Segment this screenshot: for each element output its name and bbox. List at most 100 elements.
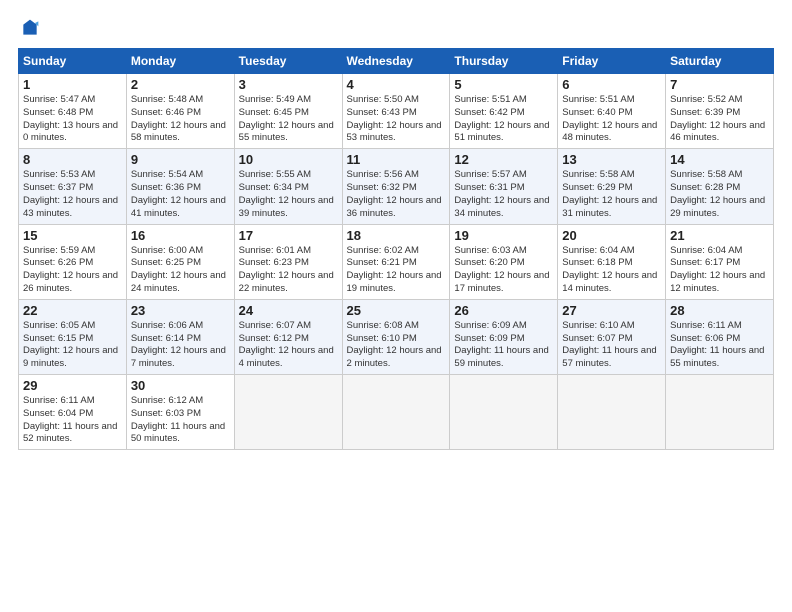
- day-header-thursday: Thursday: [450, 49, 558, 74]
- calendar-day-4: 4 Sunrise: 5:50 AMSunset: 6:43 PMDayligh…: [342, 74, 450, 149]
- day-info: Sunrise: 5:48 AMSunset: 6:46 PMDaylight:…: [131, 94, 226, 143]
- day-info: Sunrise: 6:04 AMSunset: 6:18 PMDaylight:…: [562, 245, 657, 294]
- empty-cell: [342, 375, 450, 450]
- day-number: 26: [454, 303, 553, 318]
- calendar-day-6: 6 Sunrise: 5:51 AMSunset: 6:40 PMDayligh…: [558, 74, 666, 149]
- calendar-day-20: 20 Sunrise: 6:04 AMSunset: 6:18 PMDaylig…: [558, 224, 666, 299]
- day-info: Sunrise: 5:54 AMSunset: 6:36 PMDaylight:…: [131, 169, 226, 218]
- calendar-week-3: 15 Sunrise: 5:59 AMSunset: 6:26 PMDaylig…: [19, 224, 774, 299]
- calendar-header-row: SundayMondayTuesdayWednesdayThursdayFrid…: [19, 49, 774, 74]
- calendar-day-26: 26 Sunrise: 6:09 AMSunset: 6:09 PMDaylig…: [450, 299, 558, 374]
- day-number: 11: [347, 152, 446, 167]
- calendar-day-17: 17 Sunrise: 6:01 AMSunset: 6:23 PMDaylig…: [234, 224, 342, 299]
- calendar-day-5: 5 Sunrise: 5:51 AMSunset: 6:42 PMDayligh…: [450, 74, 558, 149]
- day-number: 3: [239, 77, 338, 92]
- calendar-day-16: 16 Sunrise: 6:00 AMSunset: 6:25 PMDaylig…: [126, 224, 234, 299]
- calendar-day-18: 18 Sunrise: 6:02 AMSunset: 6:21 PMDaylig…: [342, 224, 450, 299]
- day-number: 9: [131, 152, 230, 167]
- day-info: Sunrise: 6:05 AMSunset: 6:15 PMDaylight:…: [23, 320, 118, 369]
- calendar-day-19: 19 Sunrise: 6:03 AMSunset: 6:20 PMDaylig…: [450, 224, 558, 299]
- day-info: Sunrise: 5:49 AMSunset: 6:45 PMDaylight:…: [239, 94, 334, 143]
- calendar-body: 1 Sunrise: 5:47 AMSunset: 6:48 PMDayligh…: [19, 74, 774, 450]
- empty-cell: [666, 375, 774, 450]
- day-info: Sunrise: 5:58 AMSunset: 6:29 PMDaylight:…: [562, 169, 657, 218]
- calendar-day-9: 9 Sunrise: 5:54 AMSunset: 6:36 PMDayligh…: [126, 149, 234, 224]
- day-number: 7: [670, 77, 769, 92]
- day-info: Sunrise: 5:55 AMSunset: 6:34 PMDaylight:…: [239, 169, 334, 218]
- page: SundayMondayTuesdayWednesdayThursdayFrid…: [0, 0, 792, 612]
- day-number: 24: [239, 303, 338, 318]
- day-info: Sunrise: 5:56 AMSunset: 6:32 PMDaylight:…: [347, 169, 442, 218]
- calendar-day-14: 14 Sunrise: 5:58 AMSunset: 6:28 PMDaylig…: [666, 149, 774, 224]
- day-info: Sunrise: 6:02 AMSunset: 6:21 PMDaylight:…: [347, 245, 442, 294]
- day-number: 13: [562, 152, 661, 167]
- day-info: Sunrise: 6:11 AMSunset: 6:04 PMDaylight:…: [23, 395, 117, 444]
- calendar-day-11: 11 Sunrise: 5:56 AMSunset: 6:32 PMDaylig…: [342, 149, 450, 224]
- day-info: Sunrise: 5:57 AMSunset: 6:31 PMDaylight:…: [454, 169, 549, 218]
- day-info: Sunrise: 6:12 AMSunset: 6:03 PMDaylight:…: [131, 395, 225, 444]
- calendar-day-10: 10 Sunrise: 5:55 AMSunset: 6:34 PMDaylig…: [234, 149, 342, 224]
- calendar-day-30: 30 Sunrise: 6:12 AMSunset: 6:03 PMDaylig…: [126, 375, 234, 450]
- calendar-day-23: 23 Sunrise: 6:06 AMSunset: 6:14 PMDaylig…: [126, 299, 234, 374]
- calendar-week-4: 22 Sunrise: 6:05 AMSunset: 6:15 PMDaylig…: [19, 299, 774, 374]
- day-number: 25: [347, 303, 446, 318]
- day-info: Sunrise: 5:51 AMSunset: 6:42 PMDaylight:…: [454, 94, 549, 143]
- day-info: Sunrise: 6:07 AMSunset: 6:12 PMDaylight:…: [239, 320, 334, 369]
- day-info: Sunrise: 6:01 AMSunset: 6:23 PMDaylight:…: [239, 245, 334, 294]
- day-number: 20: [562, 228, 661, 243]
- day-header-saturday: Saturday: [666, 49, 774, 74]
- day-info: Sunrise: 5:58 AMSunset: 6:28 PMDaylight:…: [670, 169, 765, 218]
- calendar-day-13: 13 Sunrise: 5:58 AMSunset: 6:29 PMDaylig…: [558, 149, 666, 224]
- calendar-day-2: 2 Sunrise: 5:48 AMSunset: 6:46 PMDayligh…: [126, 74, 234, 149]
- empty-cell: [234, 375, 342, 450]
- calendar-day-29: 29 Sunrise: 6:11 AMSunset: 6:04 PMDaylig…: [19, 375, 127, 450]
- calendar-day-3: 3 Sunrise: 5:49 AMSunset: 6:45 PMDayligh…: [234, 74, 342, 149]
- day-number: 19: [454, 228, 553, 243]
- day-info: Sunrise: 6:11 AMSunset: 6:06 PMDaylight:…: [670, 320, 764, 369]
- logo-text: [18, 18, 40, 38]
- day-header-sunday: Sunday: [19, 49, 127, 74]
- day-header-monday: Monday: [126, 49, 234, 74]
- day-number: 17: [239, 228, 338, 243]
- day-number: 4: [347, 77, 446, 92]
- day-info: Sunrise: 6:04 AMSunset: 6:17 PMDaylight:…: [670, 245, 765, 294]
- calendar-day-24: 24 Sunrise: 6:07 AMSunset: 6:12 PMDaylig…: [234, 299, 342, 374]
- calendar-day-12: 12 Sunrise: 5:57 AMSunset: 6:31 PMDaylig…: [450, 149, 558, 224]
- day-number: 29: [23, 378, 122, 393]
- day-number: 23: [131, 303, 230, 318]
- day-number: 15: [23, 228, 122, 243]
- day-header-wednesday: Wednesday: [342, 49, 450, 74]
- day-info: Sunrise: 5:50 AMSunset: 6:43 PMDaylight:…: [347, 94, 442, 143]
- header: [18, 18, 774, 38]
- day-info: Sunrise: 6:00 AMSunset: 6:25 PMDaylight:…: [131, 245, 226, 294]
- calendar-day-28: 28 Sunrise: 6:11 AMSunset: 6:06 PMDaylig…: [666, 299, 774, 374]
- day-info: Sunrise: 6:10 AMSunset: 6:07 PMDaylight:…: [562, 320, 656, 369]
- day-number: 1: [23, 77, 122, 92]
- calendar-day-27: 27 Sunrise: 6:10 AMSunset: 6:07 PMDaylig…: [558, 299, 666, 374]
- calendar-day-7: 7 Sunrise: 5:52 AMSunset: 6:39 PMDayligh…: [666, 74, 774, 149]
- empty-cell: [558, 375, 666, 450]
- day-info: Sunrise: 5:52 AMSunset: 6:39 PMDaylight:…: [670, 94, 765, 143]
- calendar-day-8: 8 Sunrise: 5:53 AMSunset: 6:37 PMDayligh…: [19, 149, 127, 224]
- day-info: Sunrise: 5:59 AMSunset: 6:26 PMDaylight:…: [23, 245, 118, 294]
- day-number: 22: [23, 303, 122, 318]
- day-number: 12: [454, 152, 553, 167]
- day-number: 2: [131, 77, 230, 92]
- day-header-tuesday: Tuesday: [234, 49, 342, 74]
- day-header-friday: Friday: [558, 49, 666, 74]
- day-number: 10: [239, 152, 338, 167]
- day-number: 28: [670, 303, 769, 318]
- day-info: Sunrise: 5:53 AMSunset: 6:37 PMDaylight:…: [23, 169, 118, 218]
- calendar-week-5: 29 Sunrise: 6:11 AMSunset: 6:04 PMDaylig…: [19, 375, 774, 450]
- day-info: Sunrise: 6:06 AMSunset: 6:14 PMDaylight:…: [131, 320, 226, 369]
- logo-icon: [20, 18, 40, 38]
- calendar-day-25: 25 Sunrise: 6:08 AMSunset: 6:10 PMDaylig…: [342, 299, 450, 374]
- day-number: 18: [347, 228, 446, 243]
- day-info: Sunrise: 5:51 AMSunset: 6:40 PMDaylight:…: [562, 94, 657, 143]
- day-number: 5: [454, 77, 553, 92]
- calendar-week-2: 8 Sunrise: 5:53 AMSunset: 6:37 PMDayligh…: [19, 149, 774, 224]
- day-number: 16: [131, 228, 230, 243]
- empty-cell: [450, 375, 558, 450]
- day-number: 21: [670, 228, 769, 243]
- day-number: 30: [131, 378, 230, 393]
